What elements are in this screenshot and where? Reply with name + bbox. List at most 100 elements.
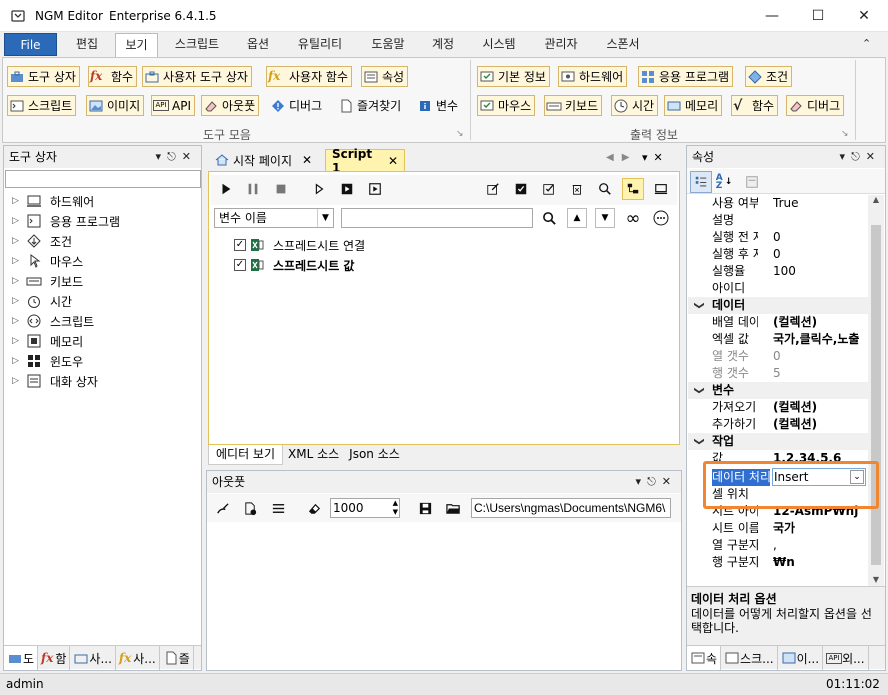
variable-search-button[interactable] [538, 207, 560, 229]
scrollbar-thumb[interactable] [871, 225, 881, 565]
ribbon-toolbox-button[interactable]: 도구 상자 [7, 66, 80, 87]
menu-admin[interactable]: 관리자 [534, 33, 588, 56]
script-item[interactable]: ✓ 스프레드시트 값 [234, 256, 354, 274]
toolbox-item[interactable]: ▷ 스크립트 [12, 311, 94, 331]
delete-button[interactable] [566, 178, 588, 200]
ribbon-keyboard-button[interactable]: 키보드 [544, 95, 603, 116]
tab-user-toolbox[interactable]: 사... [70, 646, 116, 670]
menu-account[interactable]: 계정 [422, 33, 464, 56]
property-row[interactable]: 아이디 [688, 280, 868, 297]
save-button[interactable] [414, 497, 436, 519]
tab-properties[interactable]: 속 [687, 646, 722, 670]
dropdown-icon[interactable]: ▾ [840, 150, 852, 163]
categorized-view-button[interactable] [690, 171, 712, 193]
property-category[interactable]: ❯ 데이터 [688, 297, 868, 314]
property-value[interactable]: (컬렉션) [773, 399, 868, 416]
property-row[interactable]: 가져오기 (컬렉션) [688, 399, 868, 416]
script-item[interactable]: ✓ 스프레드시트 연결 [234, 236, 365, 254]
property-row[interactable]: 엑셀 값 국가,클릭수,노출 [688, 331, 868, 348]
collapse-icon[interactable]: ❯ [691, 386, 708, 394]
toolbox-item[interactable]: ▷ 하드웨어 [12, 191, 94, 211]
toolbox-item[interactable]: ▷ 시간 [12, 291, 72, 311]
toolbox-item[interactable]: ▷ 윈도우 [12, 351, 83, 371]
dialog-launcher-icon[interactable]: ↘ [456, 129, 464, 139]
check-button[interactable] [538, 178, 560, 200]
broom-icon[interactable] [211, 497, 233, 519]
eraser-button[interactable] [303, 497, 325, 519]
property-value[interactable]: (컬렉션) [773, 314, 868, 331]
menu-view[interactable]: 보기 [115, 33, 158, 58]
property-value[interactable]: 100 [773, 263, 868, 280]
property-row[interactable]: 실행 전 지 0 [688, 229, 868, 246]
expand-arrow-icon[interactable]: ▷ [12, 356, 22, 366]
output-path-input[interactable] [471, 498, 671, 518]
variable-select[interactable]: 변수 이름 ▼ [214, 208, 334, 228]
step-button[interactable] [308, 178, 330, 200]
tree-view-button[interactable] [622, 178, 644, 200]
stepper-arrows-icon[interactable]: ▲ ▼ [393, 499, 398, 517]
toolbox-item[interactable]: ▷ 응용 프로그램 [12, 211, 120, 231]
expand-arrow-icon[interactable]: ▷ [12, 276, 22, 286]
expand-arrow-icon[interactable]: ▷ [12, 376, 22, 386]
toolbox-item[interactable]: ▷ 조건 [12, 231, 72, 251]
ribbon-variables-button[interactable]: 변수 [415, 95, 462, 116]
tab-toolbox[interactable]: 도 [4, 646, 39, 670]
tab-script[interactable]: 스크... [721, 646, 778, 670]
ribbon-basic-info-button[interactable]: 기본 정보 [477, 66, 550, 87]
open-folder-button[interactable] [442, 497, 464, 519]
close-icon[interactable]: ✕ [866, 150, 881, 163]
ribbon-image-button[interactable]: 이미지 [86, 95, 145, 116]
tab-xml-source[interactable]: XML 소스 [283, 445, 344, 465]
toolbox-item[interactable]: ▷ 마우스 [12, 251, 83, 271]
ribbon-condition-button[interactable]: 조건 [745, 66, 793, 87]
ribbon-math-function-button[interactable]: √ 함수 [731, 95, 779, 116]
menu-options[interactable]: 옵션 [237, 33, 279, 56]
close-icon[interactable]: ✕ [654, 151, 669, 164]
ribbon-api-button[interactable]: API API [151, 95, 195, 116]
tab-function[interactable]: fx 함 [38, 646, 71, 670]
property-row[interactable]: 배열 데이터 (컬렉션) [688, 314, 868, 331]
loop-button[interactable]: ∞ [622, 207, 644, 229]
menu-system[interactable]: 시스템 [472, 33, 526, 56]
new-page-button[interactable] [239, 497, 261, 519]
property-value[interactable]: 0 [773, 229, 868, 246]
collapse-ribbon-icon[interactable]: ⌃ [862, 37, 871, 50]
checkbox[interactable]: ✓ [234, 259, 246, 271]
tab-script-1[interactable]: Script 1 ✕ [325, 147, 405, 175]
toolbox-item[interactable]: ▷ 대화 상자 [12, 371, 98, 391]
property-value[interactable]: (컬렉션) [773, 416, 868, 433]
move-down-button[interactable]: ▼ [595, 208, 615, 228]
minimize-button[interactable]: — [749, 0, 795, 32]
stop-button[interactable] [270, 178, 292, 200]
run-button[interactable] [215, 178, 237, 200]
toolbox-item[interactable]: ▷ 메모리 [12, 331, 83, 351]
property-row[interactable]: 설명 [688, 212, 868, 229]
tab-json-source[interactable]: Json 소스 [344, 445, 405, 465]
property-category[interactable]: ❯ 변수 [688, 382, 868, 399]
property-row[interactable]: 열 갯수 0 [688, 348, 868, 365]
pin-icon[interactable]: ⎋ [851, 150, 866, 163]
ribbon-output-button[interactable]: 아웃풋 [201, 95, 260, 116]
expand-arrow-icon[interactable]: ▷ [12, 256, 22, 266]
properties-scrollbar[interactable]: ▲ ▼ [868, 195, 884, 586]
ribbon-function-button[interactable]: fx 함수 [88, 66, 138, 87]
property-value[interactable]: 0 [773, 246, 868, 263]
property-row[interactable]: 실행 후 지 0 [688, 246, 868, 263]
pin-icon[interactable]: ⎋ [167, 150, 182, 163]
expand-arrow-icon[interactable]: ▷ [12, 336, 22, 346]
search-button[interactable] [594, 178, 616, 200]
ribbon-favorites-button[interactable]: 즐겨찾기 [336, 95, 405, 116]
ribbon-mouse-button[interactable]: 마우스 [477, 95, 536, 116]
tab-image[interactable]: 이... [778, 646, 824, 670]
ribbon-properties-button[interactable]: 속성 [361, 66, 409, 87]
edit-button[interactable] [482, 178, 504, 200]
close-window-button[interactable]: ✕ [841, 0, 887, 32]
ribbon-application-button[interactable]: 응용 프로그램 [638, 66, 734, 87]
menu-sponsor[interactable]: 스폰서 [596, 33, 650, 56]
toolbox-search-input[interactable] [5, 170, 201, 188]
dropdown-icon[interactable]: ▾ [156, 150, 168, 163]
expand-arrow-icon[interactable]: ▷ [12, 236, 22, 246]
tab-favorites[interactable]: 즐 [160, 646, 194, 670]
ribbon-debug-output-button[interactable]: 디버그 [786, 95, 845, 116]
maximize-button[interactable]: ☐ [795, 0, 841, 32]
